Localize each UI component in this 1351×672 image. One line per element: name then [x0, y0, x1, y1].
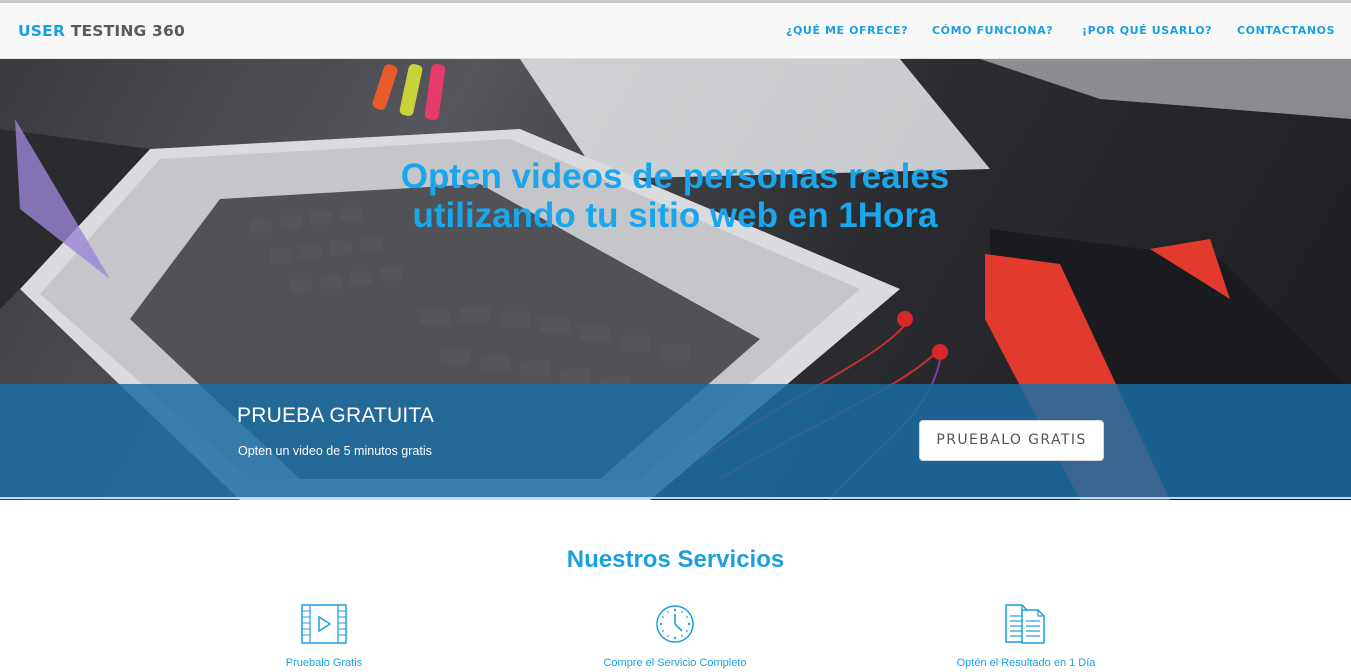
hero-headline-line2: utilizando tu sitio web en 1Hora: [412, 196, 938, 235]
brand-part-testing: TESTING 360: [70, 22, 185, 40]
service-item-full-service[interactable]: Compre el Servicio Completo: [525, 604, 825, 669]
nav-link-contact[interactable]: CONTACTANOS: [1237, 24, 1335, 37]
service-label-full-service: Compre el Servicio Completo: [603, 657, 747, 669]
nav-link-offer[interactable]: ¿QUÉ ME OFRECE?: [786, 24, 908, 37]
free-trial-banner: PRUEBA GRATUITA Opten un video de 5 minu…: [0, 384, 1351, 499]
documents-icon: [1005, 604, 1045, 644]
free-trial-title: PRUEBA GRATUITA: [237, 404, 435, 427]
service-label-results: Optén el Resultado en 1 Día: [956, 657, 1096, 669]
service-label-free-trial: Pruebalo Gratis: [285, 657, 363, 669]
hero-section: Opten videos de personas reales utilizan…: [0, 59, 1351, 500]
navbar: USER TESTING 360 ¿QUÉ ME OFRECE? CÓMO FU…: [0, 3, 1351, 59]
clock-icon: [656, 605, 694, 643]
free-trial-subtitle: Opten un video de 5 minutos gratis: [238, 444, 432, 458]
service-item-free-trial[interactable]: Pruebalo Gratis: [174, 604, 474, 669]
video-icon: [301, 604, 347, 644]
hero-headline: Opten videos de personas reales utilizan…: [330, 157, 1020, 235]
hero-headline-line1: Opten videos de personas reales: [400, 157, 950, 196]
try-free-button[interactable]: PRUEBALO GRATIS: [919, 420, 1104, 461]
brand-logo[interactable]: USER TESTING 360: [18, 22, 185, 40]
nav-link-why-use[interactable]: ¡POR QUÉ USARLO?: [1082, 24, 1212, 37]
services-heading: Nuestros Servicios: [566, 546, 785, 573]
nav-link-how-it-works[interactable]: CÓMO FUNCIONA?: [932, 24, 1053, 37]
service-item-results[interactable]: Optén el Resultado en 1 Día: [876, 604, 1176, 669]
brand-part-user: USER: [18, 22, 66, 40]
